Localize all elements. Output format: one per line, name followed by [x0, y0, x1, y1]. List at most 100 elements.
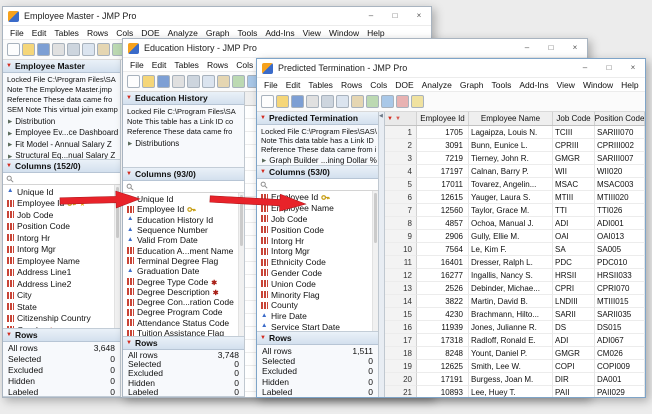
employee-name-cell[interactable]: Calnan, Barry P.	[469, 165, 553, 178]
columns-filter-input[interactable]	[3, 173, 120, 185]
job-code-cell[interactable]: PDC	[553, 256, 595, 269]
rows-stat[interactable]: Hidden 0	[257, 377, 378, 387]
menu-item[interactable]: Edit	[282, 80, 305, 90]
employee-id-cell[interactable]: 8248	[417, 347, 469, 360]
employee-name-cell[interactable]: Jones, Julianne R.	[469, 321, 553, 334]
rows-stat[interactable]: Excluded 0	[3, 365, 120, 376]
column-item[interactable]: Address Line2	[3, 278, 120, 290]
menu-item[interactable]: Window	[579, 80, 617, 90]
menu-item[interactable]: Cols	[232, 60, 257, 70]
column-item[interactable]: Degree Type Code	[123, 276, 244, 286]
maximize-button[interactable]: □	[383, 7, 407, 25]
redo-icon[interactable]	[381, 95, 394, 108]
rows-stat[interactable]: All rows 1,511	[257, 346, 378, 356]
job-code-cell[interactable]: LNDIII	[553, 295, 595, 308]
column-item[interactable]: Minority Flag	[257, 289, 378, 300]
copy-icon[interactable]	[336, 95, 349, 108]
employee-id-cell[interactable]: 1705	[417, 126, 469, 139]
menu-item[interactable]: Tables	[50, 28, 83, 38]
position-code-cell[interactable]: SARIII007	[595, 152, 645, 165]
column-item[interactable]: Intorg Hr	[3, 232, 120, 244]
paste-icon[interactable]	[351, 95, 364, 108]
rows-stat[interactable]: Labeled 0	[123, 388, 244, 397]
employee-id-cell[interactable]: 7564	[417, 243, 469, 256]
column-item[interactable]: Degree Description	[123, 287, 244, 297]
scrollbar[interactable]	[114, 185, 120, 328]
cut-icon[interactable]	[187, 75, 200, 88]
menu-item[interactable]: Cols	[366, 80, 391, 90]
row-number-cell[interactable]: 21	[385, 386, 417, 397]
column-item[interactable]: Unique Id	[123, 194, 244, 204]
save-icon[interactable]	[37, 43, 50, 56]
employee-id-cell[interactable]: 12560	[417, 204, 469, 217]
maximize-button[interactable]: □	[597, 59, 621, 77]
distribution-icon[interactable]	[396, 95, 409, 108]
job-code-cell[interactable]: OAI	[553, 230, 595, 243]
new-data-table-icon[interactable]	[261, 95, 274, 108]
job-code-cell[interactable]: ADI	[553, 217, 595, 230]
menu-item[interactable]: File	[6, 28, 28, 38]
column-item[interactable]: State	[3, 301, 120, 313]
disclosure-triangle-icon[interactable]: ▼	[260, 115, 266, 121]
disclosure-triangle-icon[interactable]: ▼	[6, 63, 12, 69]
job-code-cell[interactable]: CPRI	[553, 282, 595, 295]
menu-item[interactable]: View	[299, 28, 325, 38]
employee-name-cell[interactable]: Martin, David B.	[469, 295, 553, 308]
position-code-cell[interactable]: PDC010	[595, 256, 645, 269]
menu-item[interactable]: Analyze	[418, 80, 456, 90]
column-item[interactable]: Address Line1	[3, 267, 120, 279]
employee-id-cell[interactable]: 4857	[417, 217, 469, 230]
row-number-cell[interactable]: 12	[385, 269, 417, 282]
print-icon[interactable]	[52, 43, 65, 56]
position-code-cell[interactable]: WII020	[595, 165, 645, 178]
employee-id-cell[interactable]: 4230	[417, 308, 469, 321]
job-code-cell[interactable]: COPI	[553, 360, 595, 373]
menu-item[interactable]: File	[126, 60, 148, 70]
titlebar[interactable]: Employee Master - JMP Pro – □ ×	[3, 7, 431, 26]
row-number-cell[interactable]: 15	[385, 308, 417, 321]
menu-item[interactable]: Tables	[170, 60, 203, 70]
job-code-cell[interactable]: SARII	[553, 308, 595, 321]
employee-name-cell[interactable]: Brachmann, Hilto...	[469, 308, 553, 321]
minimize-button[interactable]: –	[573, 59, 597, 77]
employee-name-cell[interactable]: Bunn, Eunice L.	[469, 139, 553, 152]
position-code-cell[interactable]: PAII029	[595, 386, 645, 397]
employee-name-cell[interactable]: Yount, Daniel P.	[469, 347, 553, 360]
copy-icon[interactable]	[202, 75, 215, 88]
position-code-cell[interactable]: MTIII020	[595, 191, 645, 204]
menu-item[interactable]: Window	[325, 28, 363, 38]
table-menu-icon[interactable]: ▼	[387, 116, 393, 122]
column-item[interactable]: Employee Id	[123, 204, 244, 214]
menu-item[interactable]: Edit	[28, 28, 51, 38]
undo-icon[interactable]	[366, 95, 379, 108]
menu-item[interactable]: File	[260, 80, 282, 90]
column-item[interactable]: Intorg Mgr	[257, 246, 378, 257]
panel-splitter[interactable]: ◀	[379, 112, 385, 397]
grid-header-job-code[interactable]: Job Code	[553, 112, 595, 125]
row-number-cell[interactable]: 13	[385, 282, 417, 295]
minimize-button[interactable]: –	[359, 7, 383, 25]
column-item[interactable]: Employee Name	[3, 255, 120, 267]
position-code-cell[interactable]: ADI001	[595, 217, 645, 230]
employee-id-cell[interactable]: 17011	[417, 178, 469, 191]
job-code-cell[interactable]: HRSII	[553, 269, 595, 282]
position-code-cell[interactable]: DS015	[595, 321, 645, 334]
row-number-cell[interactable]: 19	[385, 360, 417, 373]
column-item[interactable]: Union Code	[257, 278, 378, 289]
employee-id-cell[interactable]: 16277	[417, 269, 469, 282]
row-number-cell[interactable]: 4	[385, 165, 417, 178]
print-icon[interactable]	[306, 95, 319, 108]
column-item[interactable]: Employee Id	[257, 192, 378, 203]
table-script-item[interactable]: Employee Ev...ce Dashboard	[3, 128, 120, 140]
position-code-cell[interactable]: SARII035	[595, 308, 645, 321]
rows-stat[interactable]: Hidden 0	[3, 376, 120, 387]
menu-item[interactable]: Analyze	[164, 28, 202, 38]
titlebar[interactable]: Predicted Termination - JMP Pro – □ ×	[257, 59, 645, 78]
collapse-panel-icon[interactable]: ◀	[379, 113, 383, 119]
column-item[interactable]: Gender	[3, 324, 120, 328]
grid-header-employee-id[interactable]: Employee Id	[417, 112, 469, 125]
column-item[interactable]: Tuition Assistance Flag	[123, 328, 244, 336]
employee-id-cell[interactable]: 17191	[417, 373, 469, 386]
employee-id-cell[interactable]: 16401	[417, 256, 469, 269]
disclosure-triangle-icon[interactable]: ▼	[260, 169, 266, 175]
